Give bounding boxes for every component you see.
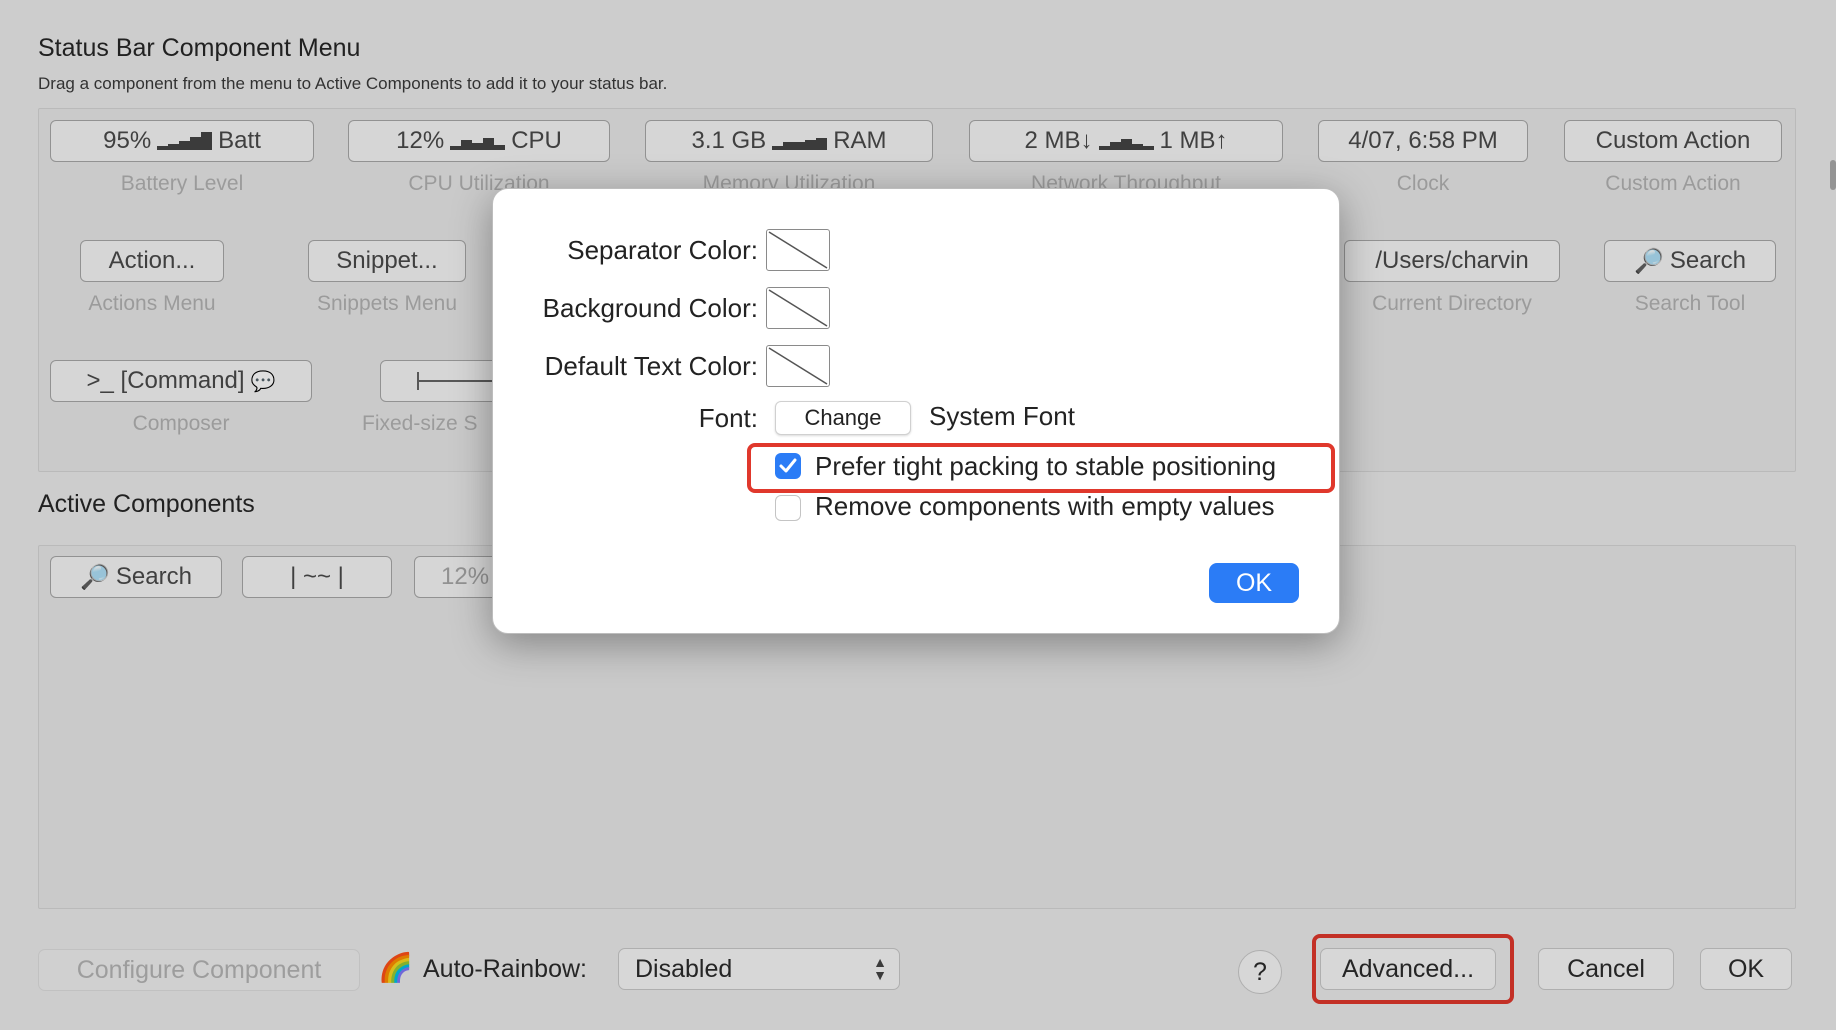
tight-packing-highlight [747, 443, 1335, 493]
remove-empty-label[interactable]: Remove components with empty values [815, 491, 1275, 522]
background-color-label: Background Color: [542, 293, 758, 323]
default-text-color-well[interactable] [766, 345, 830, 387]
separator-color-label: Separator Color: [567, 235, 758, 265]
change-font-button[interactable]: Change [775, 401, 911, 435]
advanced-settings-dialog: Separator Color: Background Color: Defau… [492, 188, 1340, 634]
separator-color-well[interactable] [766, 229, 830, 271]
background-color-well[interactable] [766, 287, 830, 329]
font-label: Font: [698, 403, 758, 433]
remove-empty-checkbox[interactable] [775, 495, 801, 521]
font-value: System Font [929, 401, 1075, 431]
default-text-color-label: Default Text Color: [544, 351, 758, 381]
dialog-ok-button[interactable]: OK [1209, 563, 1299, 603]
